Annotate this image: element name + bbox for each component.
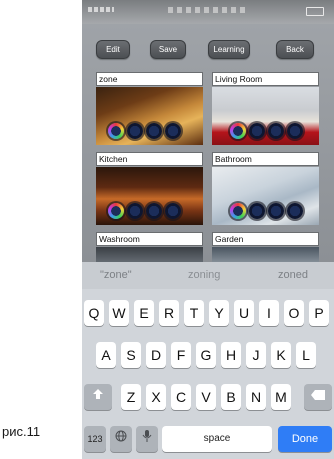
globe-key[interactable] — [110, 426, 132, 452]
zone-photo — [212, 87, 319, 145]
zone-name-field[interactable]: Living Room — [212, 72, 319, 86]
light-bulb-icon[interactable] — [108, 203, 124, 219]
key-w[interactable]: W — [109, 300, 129, 326]
light-bulb-icon[interactable] — [127, 123, 143, 139]
garden-tile[interactable]: Garden — [212, 232, 319, 262]
zone-photo — [212, 167, 319, 225]
key-i[interactable]: I — [259, 300, 279, 326]
key-e[interactable]: E — [134, 300, 154, 326]
key-d[interactable]: D — [146, 342, 166, 368]
zone-screen: Edit Save Learning Back zone Living Room — [82, 24, 334, 262]
key-o[interactable]: O — [284, 300, 304, 326]
key-f[interactable]: F — [171, 342, 191, 368]
key-h[interactable]: H — [221, 342, 241, 368]
globe-icon — [115, 430, 127, 442]
light-bulb-icon[interactable] — [287, 123, 303, 139]
light-indicators — [230, 123, 303, 139]
key-t[interactable]: T — [184, 300, 204, 326]
keyboard-row-1: Q W E R T Y U I O P — [82, 300, 334, 328]
phone-screen: Edit Save Learning Back zone Living Room — [82, 0, 334, 459]
key-a[interactable]: A — [96, 342, 116, 368]
zone-photo — [96, 167, 203, 225]
edit-button[interactable]: Edit — [96, 40, 130, 59]
learning-button[interactable]: Learning — [208, 40, 250, 59]
key-u[interactable]: U — [234, 300, 254, 326]
light-bulb-icon[interactable] — [268, 203, 284, 219]
washroom-tile[interactable]: Washroom — [96, 232, 203, 262]
bathroom-tile[interactable]: Bathroom — [212, 152, 319, 225]
zone-photo — [96, 247, 203, 262]
light-bulb-icon[interactable] — [146, 203, 162, 219]
key-s[interactable]: S — [121, 342, 141, 368]
done-key[interactable]: Done — [278, 426, 332, 452]
key-l[interactable]: L — [296, 342, 316, 368]
zone-name-field[interactable]: Washroom — [96, 232, 203, 246]
keyboard-row-3: Z X C V B N M — [82, 384, 334, 412]
status-bar — [82, 0, 334, 24]
keyboard-row-4: 123 space Done — [82, 426, 334, 454]
key-n[interactable]: N — [246, 384, 266, 410]
key-p[interactable]: P — [309, 300, 329, 326]
space-key[interactable]: space — [162, 426, 272, 452]
status-text-blur — [168, 7, 248, 13]
zone-photo — [96, 87, 203, 145]
toolbar: Edit Save Learning Back — [82, 40, 334, 62]
key-v[interactable]: V — [196, 384, 216, 410]
suggestion-2[interactable]: zoning — [188, 269, 220, 281]
figure-caption: рис.11 — [2, 424, 41, 439]
kitchen-tile[interactable]: Kitchen — [96, 152, 203, 225]
living-room-tile[interactable]: Living Room — [212, 72, 319, 145]
light-bulb-icon[interactable] — [146, 123, 162, 139]
light-bulb-icon[interactable] — [127, 203, 143, 219]
light-bulb-icon[interactable] — [249, 123, 265, 139]
zone-photo — [212, 247, 319, 262]
save-button[interactable]: Save — [150, 40, 186, 59]
back-button[interactable]: Back — [276, 40, 314, 59]
signal-icon — [88, 7, 114, 12]
key-b[interactable]: B — [221, 384, 241, 410]
light-bulb-icon[interactable] — [268, 123, 284, 139]
key-c[interactable]: C — [171, 384, 191, 410]
keyboard-row-2: A S D F G H J K L — [82, 342, 334, 370]
zone-name-field[interactable]: zone — [96, 72, 203, 86]
key-j[interactable]: J — [246, 342, 266, 368]
light-bulb-icon[interactable] — [165, 123, 181, 139]
key-g[interactable]: G — [196, 342, 216, 368]
light-bulb-icon[interactable] — [165, 203, 181, 219]
zone-tile[interactable]: zone — [96, 72, 203, 145]
key-q[interactable]: Q — [84, 300, 104, 326]
light-indicators — [108, 123, 181, 139]
backspace-key[interactable] — [304, 384, 332, 410]
light-indicators — [230, 203, 303, 219]
battery-icon — [306, 7, 324, 16]
backspace-icon — [311, 390, 325, 400]
key-k[interactable]: K — [271, 342, 291, 368]
shift-key[interactable] — [84, 384, 112, 410]
suggestion-1[interactable]: "zone" — [100, 269, 132, 281]
numbers-key[interactable]: 123 — [84, 426, 106, 452]
suggestion-bar: "zone" zoning zoned — [82, 262, 334, 289]
key-y[interactable]: Y — [209, 300, 229, 326]
zone-name-field[interactable]: Kitchen — [96, 152, 203, 166]
key-m[interactable]: M — [271, 384, 291, 410]
key-x[interactable]: X — [146, 384, 166, 410]
keyboard: "zone" zoning zoned Q W E R T Y U I O P … — [82, 262, 334, 459]
dictation-key[interactable] — [136, 426, 158, 452]
light-indicators — [108, 203, 181, 219]
light-bulb-icon[interactable] — [249, 203, 265, 219]
zone-name-field[interactable]: Bathroom — [212, 152, 319, 166]
shift-icon — [93, 389, 103, 399]
key-z[interactable]: Z — [121, 384, 141, 410]
key-r[interactable]: R — [159, 300, 179, 326]
light-bulb-icon[interactable] — [108, 123, 124, 139]
light-bulb-icon[interactable] — [230, 203, 246, 219]
microphone-icon — [142, 430, 152, 442]
zone-name-field[interactable]: Garden — [212, 232, 319, 246]
light-bulb-icon[interactable] — [287, 203, 303, 219]
suggestion-3[interactable]: zoned — [278, 269, 308, 281]
light-bulb-icon[interactable] — [230, 123, 246, 139]
